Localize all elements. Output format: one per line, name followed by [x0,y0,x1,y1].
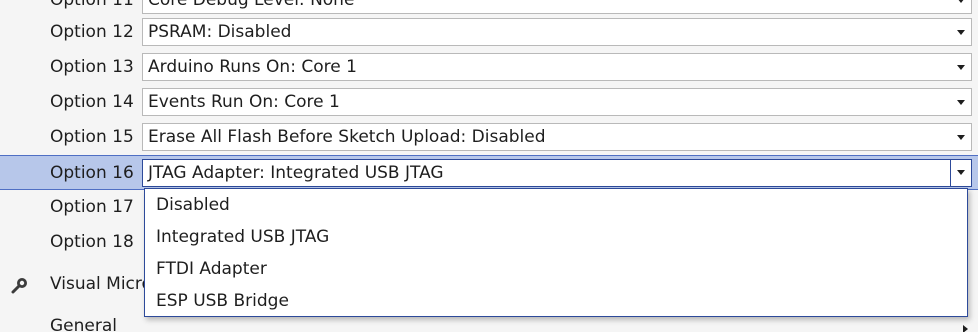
wrench-icon [11,278,27,294]
property-grid: Option 11 Core Debug Level: None Option … [0,0,978,332]
property-name: Option 17 [50,197,134,217]
property-value-text: JTAG Adapter: Integrated USB JTAG [148,163,444,183]
property-value-text: Arduino Runs On: Core 1 [148,57,357,77]
property-value-dropdown[interactable]: Erase All Flash Before Sketch Upload: Di… [142,123,972,151]
property-name: Option 14 [50,92,134,112]
property-value-text: Events Run On: Core 1 [148,92,340,112]
dropdown-option-disabled[interactable]: Disabled [145,189,967,221]
property-row-option-14[interactable]: Option 14 Events Run On: Core 1 [0,85,978,120]
property-name: Option 13 [50,57,134,77]
property-row-option-16[interactable]: Option 16 JTAG Adapter: Integrated USB J… [0,155,978,190]
property-value-dropdown[interactable]: Events Run On: Core 1 [142,88,972,116]
chevron-down-icon[interactable] [957,65,965,70]
dropdown-list[interactable]: Disabled Integrated USB JTAG FTDI Adapte… [144,188,968,317]
chevron-right-icon[interactable] [963,325,968,332]
property-row-option-13[interactable]: Option 13 Arduino Runs On: Core 1 [0,50,978,85]
property-value-dropdown[interactable]: JTAG Adapter: Integrated USB JTAG [142,159,972,187]
property-value-text: Erase All Flash Before Sketch Upload: Di… [148,127,546,147]
property-value-dropdown[interactable]: Arduino Runs On: Core 1 [142,53,972,81]
dropdown-option-integrated-usb-jtag[interactable]: Integrated USB JTAG [145,221,967,253]
dropdown-button[interactable] [950,160,971,186]
chevron-down-icon[interactable] [957,0,965,3]
property-name: Option 15 [50,127,134,147]
property-row-option-15[interactable]: Option 15 Erase All Flash Before Sketch … [0,120,978,155]
dropdown-option-esp-usb-bridge[interactable]: ESP USB Bridge [145,285,967,317]
property-name: Option 18 [50,232,134,252]
category-name: General [50,316,117,332]
property-name: Option 16 [50,163,134,183]
property-row-option-12[interactable]: Option 12 PSRAM: Disabled [0,15,978,50]
property-value-dropdown[interactable]: PSRAM: Disabled [142,18,972,46]
category-name: Visual Micro [50,274,152,294]
chevron-down-icon[interactable] [957,100,965,105]
dropdown-option-ftdi-adapter[interactable]: FTDI Adapter [145,253,967,285]
chevron-down-icon[interactable] [957,30,965,35]
property-value-text: Core Debug Level: None [148,0,355,10]
chevron-down-icon [957,170,965,175]
property-value-text: PSRAM: Disabled [148,22,292,42]
property-name: Option 12 [50,22,134,42]
chevron-down-icon[interactable] [957,135,965,140]
property-value-dropdown[interactable]: Core Debug Level: None [142,0,972,14]
